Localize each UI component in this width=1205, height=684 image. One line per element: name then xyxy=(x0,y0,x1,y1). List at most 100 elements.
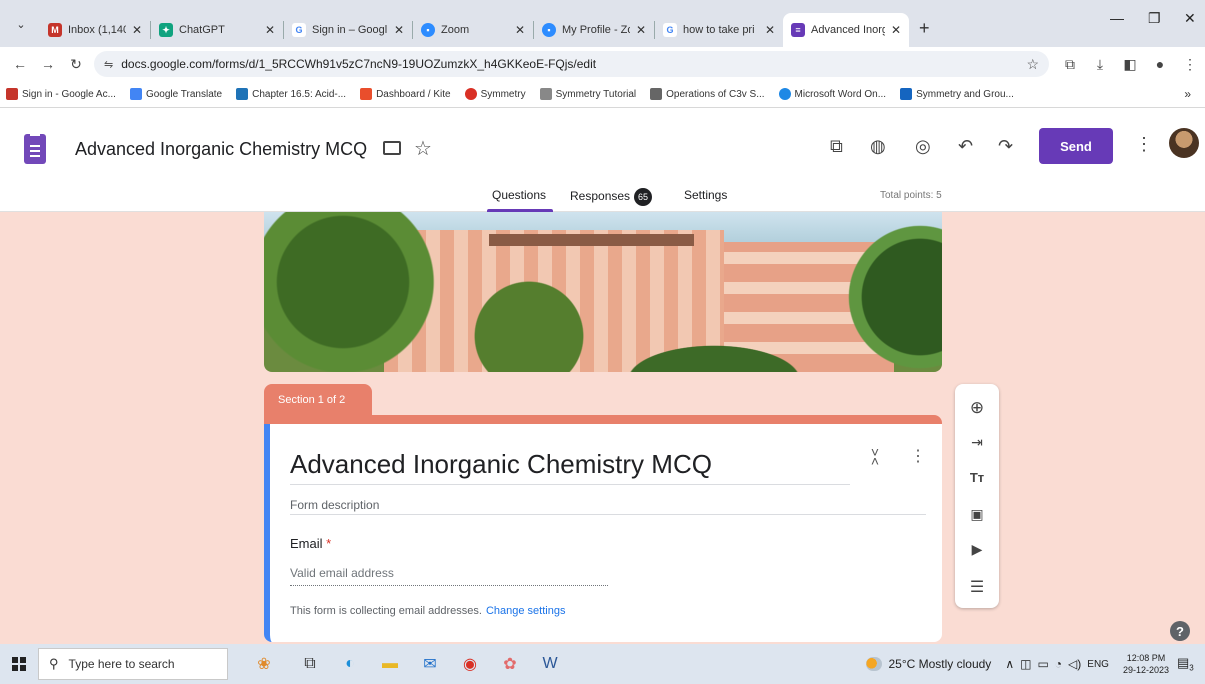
network-icon[interactable]: ◫ xyxy=(1020,657,1031,671)
preview-icon[interactable]: ◎ xyxy=(915,136,931,157)
minimize-icon[interactable]: — xyxy=(1110,10,1124,26)
chrome-icon[interactable]: ◉ xyxy=(454,650,486,678)
close-tab-icon[interactable]: ✕ xyxy=(388,23,404,37)
language-indicator[interactable]: ENG xyxy=(1087,659,1109,670)
bookmark-star-icon[interactable]: ☆ xyxy=(1026,56,1039,73)
tab-google-sign-in[interactable]: G Sign in – Googl ✕ xyxy=(284,13,412,47)
tab-responses[interactable]: Responses 65 xyxy=(570,188,653,206)
taskbar-search-input[interactable]: ⚲ Type here to search xyxy=(38,648,228,680)
google-forms-logo-icon[interactable] xyxy=(24,134,46,164)
browser-menu-icon[interactable]: ⋮ xyxy=(1175,56,1205,73)
send-button[interactable]: Send xyxy=(1039,128,1113,164)
file-explorer-icon[interactable]: ▬ xyxy=(374,650,406,678)
restore-icon[interactable]: ❐ xyxy=(1148,10,1161,27)
bookmark-item[interactable]: Sign in - Google Ac... xyxy=(6,88,116,100)
app-icon[interactable]: ✿ xyxy=(494,650,526,678)
customize-theme-icon[interactable]: ◍ xyxy=(870,136,886,157)
add-video-icon[interactable]: ▶ xyxy=(955,541,999,558)
close-tab-icon[interactable]: ✕ xyxy=(126,23,142,37)
collapse-section-icon[interactable]: ˅ ˄ xyxy=(868,445,882,468)
extensions-icon[interactable]: ⧉ xyxy=(1055,56,1085,73)
form-title-card[interactable]: Advanced Inorganic Chemistry MCQ ˅ ˄ ⋮ Fo… xyxy=(264,424,942,642)
show-hidden-icons-icon[interactable]: ∧ xyxy=(1005,657,1014,671)
wifi-icon[interactable]: ◔ xyxy=(1055,657,1062,671)
download-icon[interactable]: ⤓ xyxy=(1085,56,1115,73)
header-banner-image xyxy=(264,212,942,372)
import-questions-icon[interactable]: ⇥ xyxy=(955,434,999,451)
section-more-icon[interactable]: ⋮ xyxy=(910,446,926,466)
tab-inbox[interactable]: M Inbox (1,140) - ✕ xyxy=(40,13,150,47)
bookmark-item[interactable]: Microsoft Word On... xyxy=(778,88,886,100)
more-bookmarks-icon[interactable]: » xyxy=(1184,87,1191,101)
new-tab-icon[interactable]: + xyxy=(919,18,930,39)
battery-icon[interactable]: ▭ xyxy=(1037,657,1048,671)
close-tab-icon[interactable]: ✕ xyxy=(759,23,775,37)
tab-zoom-profile[interactable]: ▪ My Profile - Zoo ✕ xyxy=(534,13,654,47)
star-icon[interactable]: ☆ xyxy=(414,136,432,161)
tab-search-chevron-icon[interactable]: ⌄ xyxy=(8,11,34,37)
zoom-icon: ▪ xyxy=(542,23,556,37)
collect-note-text: This form is collecting email addresses. xyxy=(290,605,482,617)
tab-how-to[interactable]: G how to take pri ✕ xyxy=(655,13,783,47)
tab-zoom[interactable]: ▪ Zoom ✕ xyxy=(413,13,533,47)
bookmark-item[interactable]: Symmetry and Grou... xyxy=(900,88,1014,100)
form-description-field[interactable]: Form description xyxy=(290,498,379,512)
close-window-icon[interactable]: ✕ xyxy=(1184,10,1196,27)
forward-icon[interactable]: → xyxy=(34,56,62,72)
add-ons-icon[interactable]: ⧉ xyxy=(830,136,843,157)
back-icon[interactable]: ← xyxy=(6,56,34,72)
bookmark-favicon-icon xyxy=(539,88,552,100)
profile-icon[interactable]: ● xyxy=(1145,56,1175,72)
avatar[interactable] xyxy=(1169,128,1199,158)
notifications-icon[interactable]: ▤3 xyxy=(1177,655,1197,673)
bookmarks-bar: Sign in - Google Ac... Google Translate … xyxy=(0,81,1205,108)
forms-icon: ≡ xyxy=(791,23,805,37)
bookmark-item[interactable]: Google Translate xyxy=(129,88,222,100)
tab-chatgpt[interactable]: ✦ ChatGPT ✕ xyxy=(151,13,283,47)
tab-questions[interactable]: Questions xyxy=(492,188,546,202)
undo-icon[interactable]: ↶ xyxy=(958,136,973,157)
bookmark-item[interactable]: Operations of C3v S... xyxy=(650,88,765,100)
chatgpt-icon: ✦ xyxy=(159,23,173,37)
close-tab-icon[interactable]: ✕ xyxy=(259,23,275,37)
redo-icon[interactable]: ↷ xyxy=(998,136,1013,157)
tab-advanced-inorganic[interactable]: ≡ Advanced Inorg ✕ xyxy=(783,13,909,47)
site-info-icon[interactable]: ⇋ xyxy=(104,58,113,71)
widgets-icon[interactable]: ❀ xyxy=(242,650,286,678)
email-underline xyxy=(290,585,608,586)
side-panel-icon[interactable]: ◧ xyxy=(1115,56,1145,73)
clock[interactable]: 12:08 PM 29-12-2023 xyxy=(1123,652,1169,676)
bookmark-item[interactable]: Chapter 16.5: Acid-... xyxy=(236,88,346,100)
close-tab-icon[interactable]: ✕ xyxy=(885,23,901,37)
weather-widget[interactable]: 25°C Mostly cloudy xyxy=(866,657,991,671)
add-question-icon[interactable]: ⊕ xyxy=(955,398,999,418)
change-settings-link[interactable]: Change settings xyxy=(486,605,566,617)
reload-icon[interactable]: ↻ xyxy=(62,56,90,73)
close-tab-icon[interactable]: ✕ xyxy=(509,23,525,37)
url-field[interactable]: ⇋ docs.google.com/forms/d/1_5RCCWh91v5zC… xyxy=(94,51,1049,77)
bookmark-item[interactable]: Dashboard / Kite xyxy=(360,88,451,100)
add-title-icon[interactable]: Tт xyxy=(955,470,999,485)
total-points: Total points: 5 xyxy=(880,190,942,201)
document-title[interactable]: Advanced Inorganic Chemistry MCQ xyxy=(75,139,367,160)
email-field[interactable]: Valid email address xyxy=(290,566,394,580)
help-icon[interactable]: ? xyxy=(1170,621,1190,641)
mail-app-icon[interactable]: ✉ xyxy=(414,650,446,678)
required-mark: * xyxy=(326,536,332,551)
close-tab-icon[interactable]: ✕ xyxy=(630,23,646,37)
task-view-icon[interactable]: ⧉ xyxy=(294,650,326,678)
edge-icon[interactable]: ◐ xyxy=(334,650,366,678)
tab-settings[interactable]: Settings xyxy=(684,188,727,202)
move-to-folder-icon[interactable] xyxy=(383,141,401,155)
add-section-icon[interactable]: ☰ xyxy=(955,577,999,597)
form-title[interactable]: Advanced Inorganic Chemistry MCQ xyxy=(290,449,712,480)
word-icon[interactable]: W xyxy=(534,650,566,678)
more-options-icon[interactable]: ⋮ xyxy=(1135,134,1153,155)
windows-start-icon[interactable] xyxy=(12,657,26,671)
add-image-icon[interactable]: ▣ xyxy=(955,506,999,523)
bookmark-item[interactable]: Symmetry Tutorial xyxy=(539,88,636,100)
bookmark-item[interactable]: Symmetry xyxy=(464,88,526,100)
volume-icon[interactable]: ◁) xyxy=(1068,657,1081,671)
zoom-icon: ▪ xyxy=(421,23,435,37)
notification-count: 3 xyxy=(1189,663,1194,673)
